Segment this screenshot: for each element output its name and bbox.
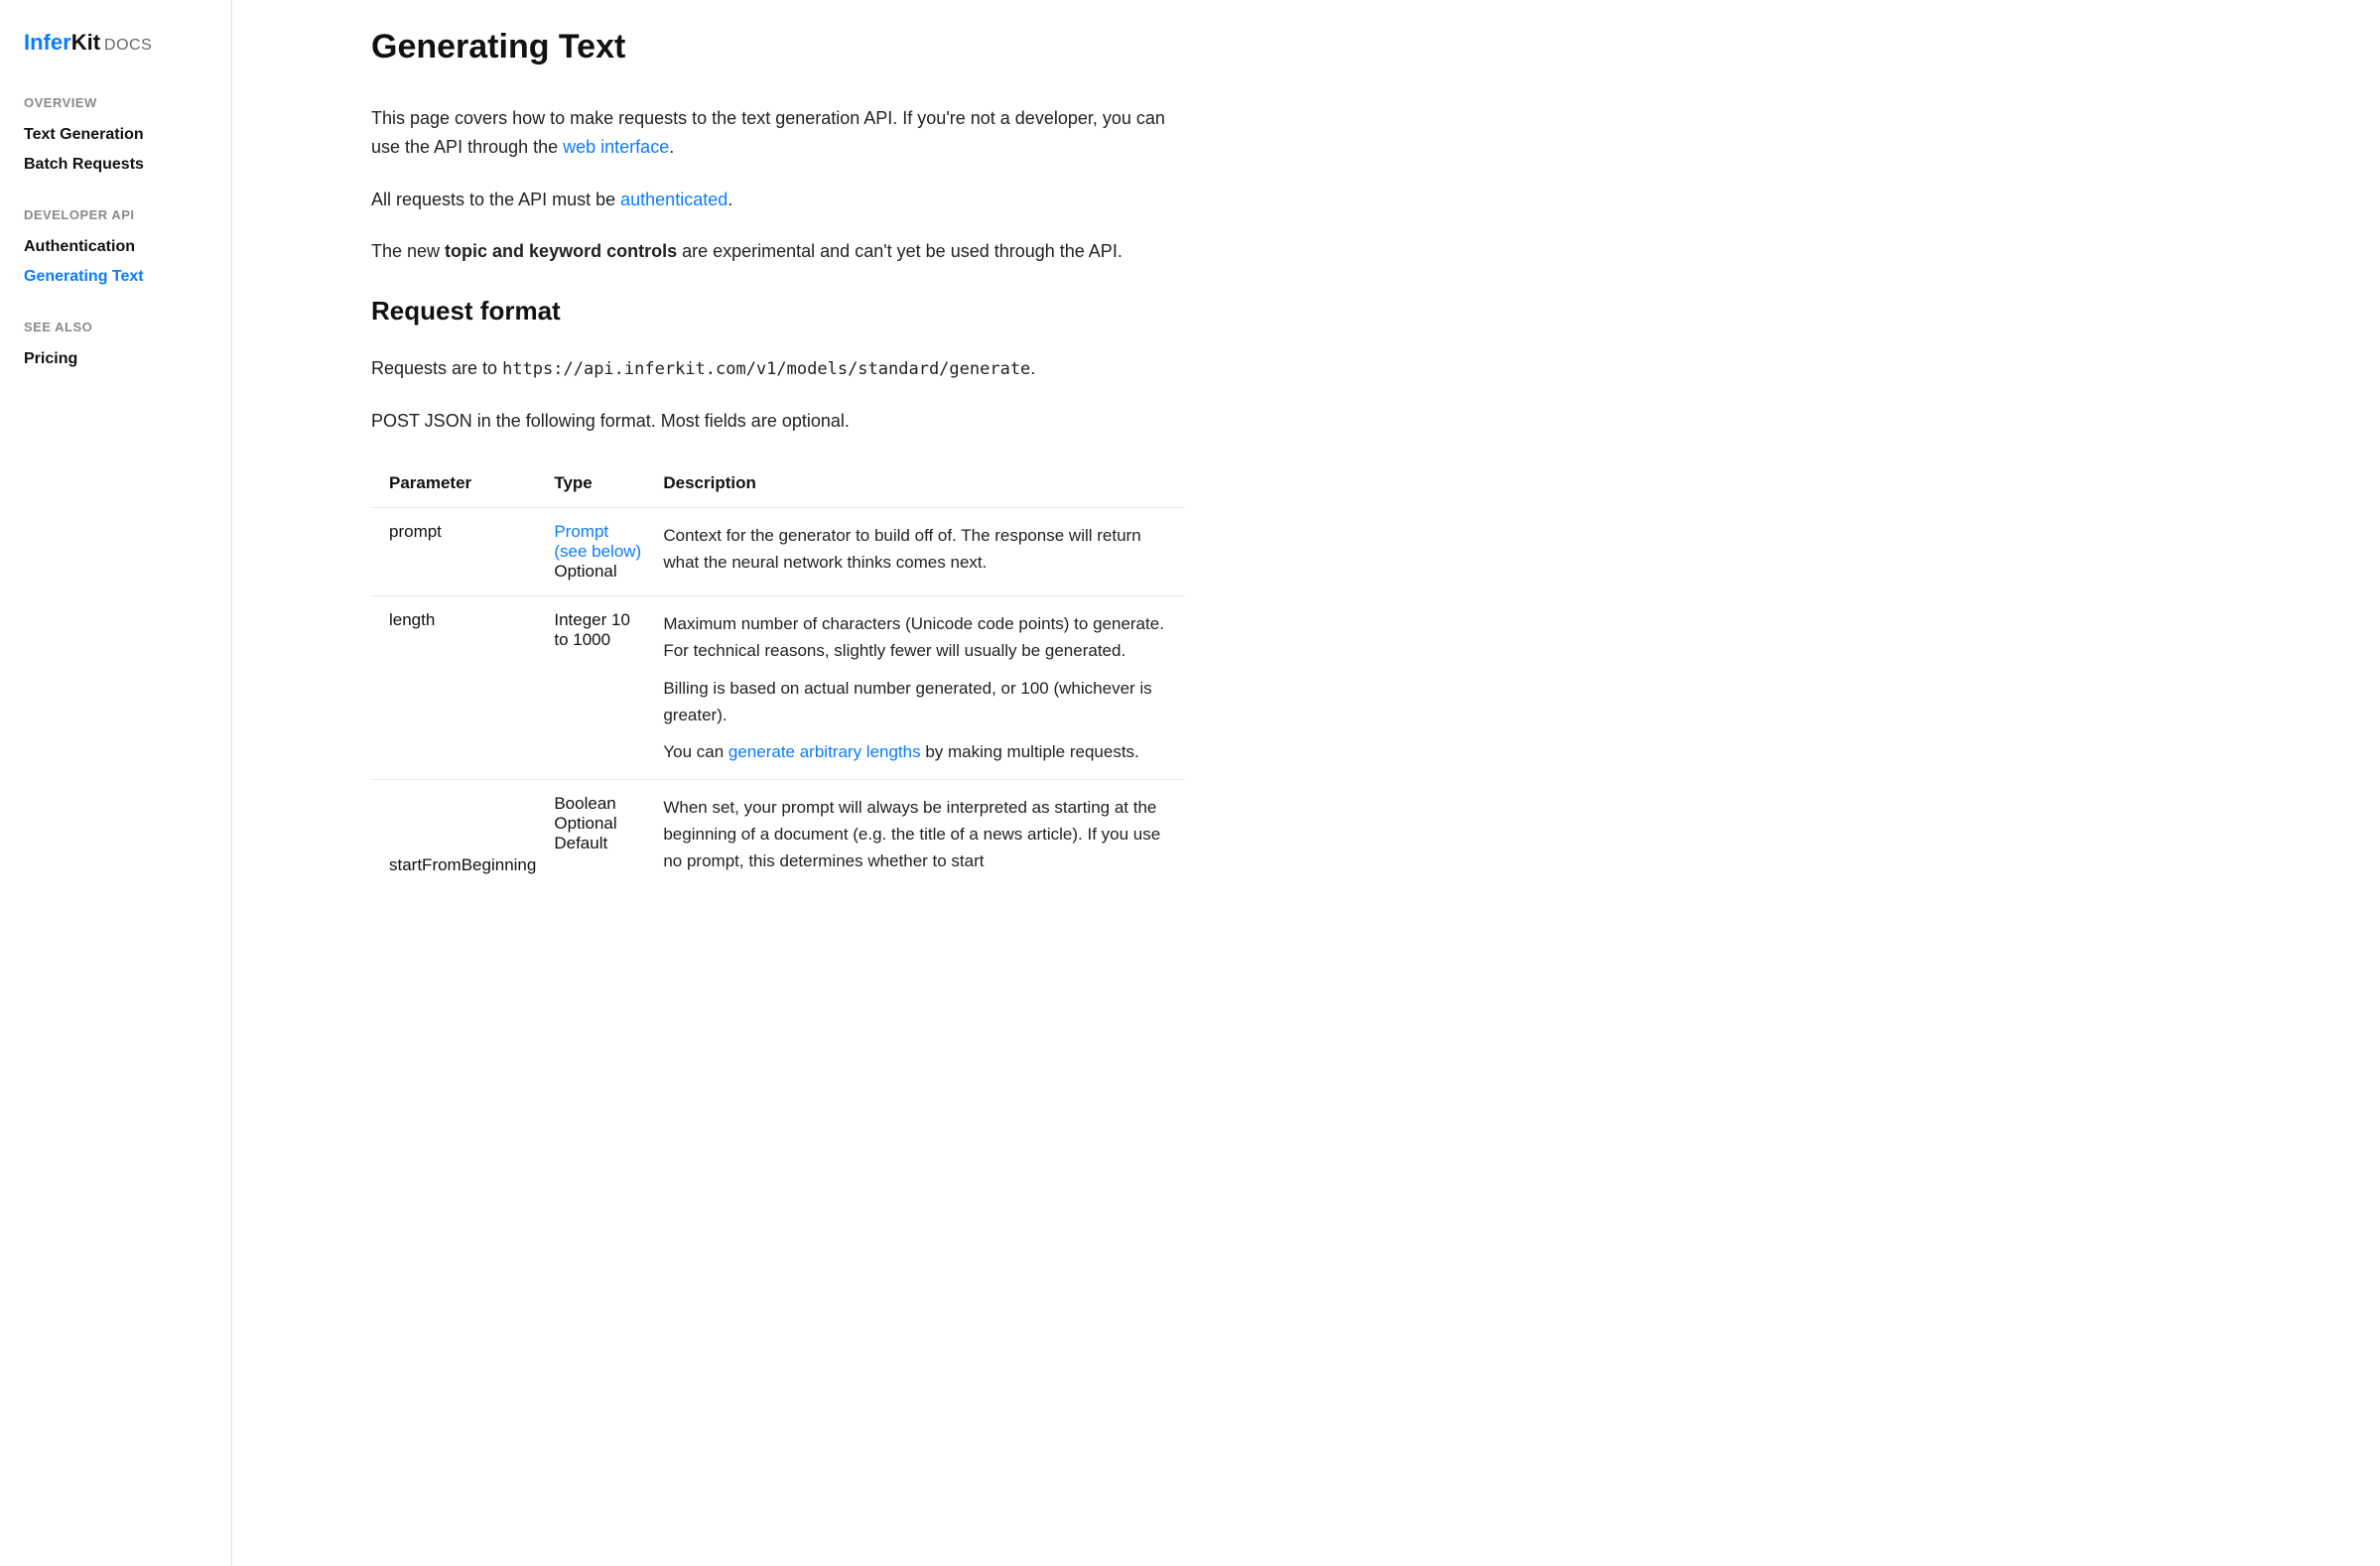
- authenticated-link[interactable]: authenticated: [620, 190, 727, 209]
- param-name-length: length: [371, 596, 554, 780]
- sidebar: InferKitDOCS OVERVIEW Text Generation Ba…: [0, 0, 232, 1566]
- param-desc-length: Maximum number of characters (Unicode co…: [663, 596, 1185, 780]
- param-type-startfrombeginning: Boolean Optional Default: [554, 780, 663, 889]
- nav-section-see-also: SEE ALSO Pricing: [24, 320, 207, 374]
- sidebar-item-generating-text[interactable]: Generating Text: [24, 262, 207, 292]
- parameters-table: Parameter Type Description prompt Prompt…: [371, 459, 1185, 889]
- topic-keyword-strong: topic and keyword controls: [445, 241, 677, 261]
- logo-suffix: DOCS: [104, 37, 152, 54]
- intro-paragraph-3: The new topic and keyword controls are e…: [371, 237, 1185, 266]
- nav-header-developer-api: DEVELOPER API: [24, 207, 207, 222]
- post-json-paragraph: POST JSON in the following format. Most …: [371, 407, 1185, 436]
- request-format-heading: Request format: [371, 296, 1185, 326]
- param-name-startfrombeginning: startFromBeginning: [371, 780, 554, 889]
- param-type-prompt: Prompt (see below) Optional: [554, 508, 663, 596]
- nav-section-overview: OVERVIEW Text Generation Batch Requests: [24, 95, 207, 180]
- th-description: Description: [663, 459, 1185, 508]
- intro-paragraph-1: This page covers how to make requests to…: [371, 104, 1185, 162]
- table-row: startFromBeginning Boolean Optional Defa…: [371, 780, 1185, 889]
- nav-section-developer-api: DEVELOPER API Authentication Generating …: [24, 207, 207, 292]
- logo-part1: Infer: [24, 30, 71, 55]
- th-parameter: Parameter: [371, 459, 554, 508]
- main-content: Generating Text This page covers how to …: [232, 0, 1324, 1566]
- sidebar-item-batch-requests[interactable]: Batch Requests: [24, 150, 207, 180]
- table-row: length Integer 10 to 1000 Maximum number…: [371, 596, 1185, 780]
- sidebar-item-pricing[interactable]: Pricing: [24, 344, 207, 374]
- th-type: Type: [554, 459, 663, 508]
- param-name-prompt: prompt: [371, 508, 554, 596]
- sidebar-item-authentication[interactable]: Authentication: [24, 232, 207, 262]
- logo[interactable]: InferKitDOCS: [24, 30, 207, 56]
- logo-part2: Kit: [71, 30, 100, 55]
- requests-to-paragraph: Requests are to https://api.inferkit.com…: [371, 354, 1185, 383]
- intro-paragraph-2: All requests to the API must be authenti…: [371, 186, 1185, 214]
- sidebar-item-text-generation[interactable]: Text Generation: [24, 120, 207, 150]
- param-desc-prompt: Context for the generator to build off o…: [663, 508, 1185, 596]
- arbitrary-lengths-link[interactable]: generate arbitrary lengths: [728, 742, 921, 761]
- table-row: prompt Prompt (see below) Optional Conte…: [371, 508, 1185, 596]
- nav-header-see-also: SEE ALSO: [24, 320, 207, 334]
- param-type-length: Integer 10 to 1000: [554, 596, 663, 780]
- page-title: Generating Text: [371, 28, 1185, 66]
- prompt-type-link[interactable]: Prompt (see below): [554, 522, 641, 561]
- api-endpoint-code: https://api.inferkit.com/v1/models/stand…: [502, 359, 1030, 379]
- web-interface-link[interactable]: web interface: [563, 137, 669, 157]
- param-desc-startfrombeginning: When set, your prompt will always be int…: [663, 780, 1185, 889]
- nav-header-overview: OVERVIEW: [24, 95, 207, 110]
